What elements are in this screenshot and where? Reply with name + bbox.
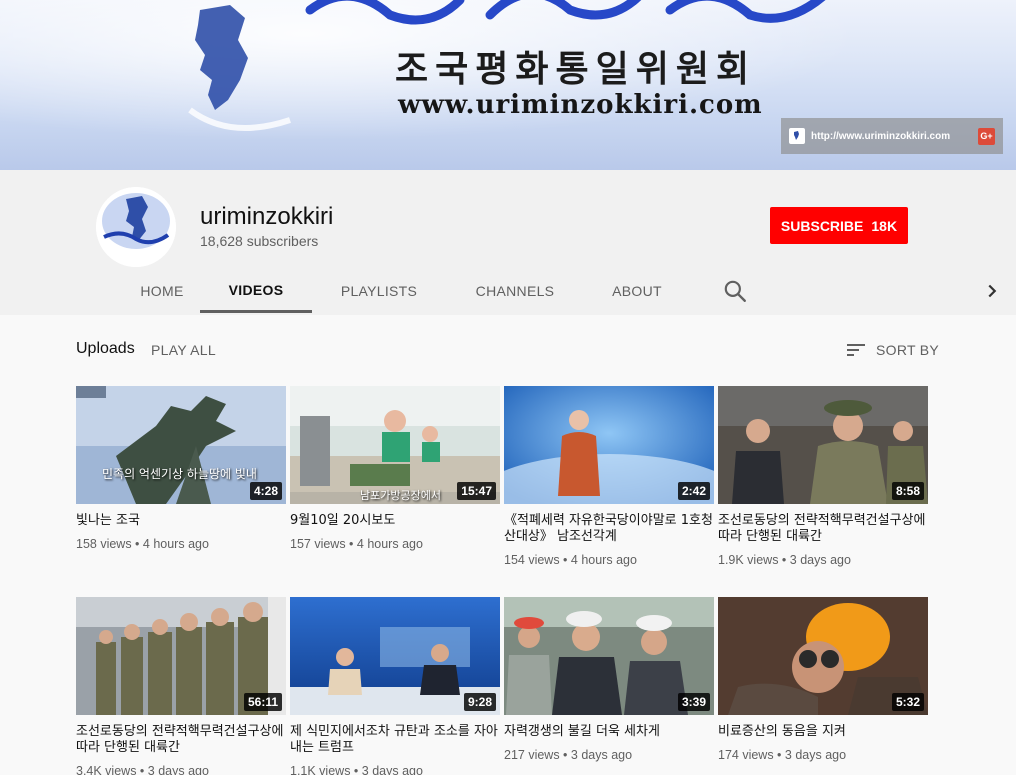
thumbnail-caption: 남포가방공장에서 [360, 489, 441, 502]
sort-by-label: SORT BY [876, 342, 940, 358]
google-plus-icon[interactable]: G+ [978, 127, 995, 145]
banner-org-name: 조국평화통일위원회 [395, 49, 757, 90]
video-meta: 3.4K views • 3 days ago [76, 764, 209, 775]
video-meta: 217 views • 3 days ago [504, 748, 633, 762]
banner-site-url: www.uriminzokkiri.com [398, 90, 763, 120]
video-duration: 4:28 [249, 482, 282, 500]
sort-icon [847, 344, 865, 356]
video-card[interactable]: 3:39 자력갱생의 불길 더욱 세차게 217 views • 3 days … [504, 597, 714, 762]
video-duration: 2:42 [677, 482, 710, 500]
tab-about[interactable]: ABOUT [600, 269, 674, 313]
video-thumbnail[interactable]: 8:58 [718, 386, 928, 504]
channel-tabs: HOME VIDEOS PLAYLISTS CHANNELS ABOUT [0, 269, 1016, 313]
video-thumbnail[interactable]: 3:39 [504, 597, 714, 715]
video-duration: 3:39 [677, 693, 710, 711]
video-meta: 157 views • 4 hours ago [290, 537, 423, 551]
subscribe-label: SUBSCRIBE [780, 217, 864, 234]
thumbnail-caption: 민족의 억센기상 하늘땅에 빛내 [102, 467, 257, 481]
avatar-logo-graphic [96, 187, 176, 267]
site-flag-icon [789, 128, 805, 144]
video-thumbnail[interactable]: 5:32 [718, 597, 928, 715]
youtube-channel-page: 조국평화통일위원회 www.uriminzokkiri.com http://w… [0, 0, 1016, 775]
video-title[interactable]: 제 식민지에서조차 규탄과 조소를 자아내는 트럼프 [290, 724, 500, 756]
video-title[interactable]: 비료증산의 동음을 지켜 [718, 724, 928, 740]
uploads-title: Uploads [76, 340, 135, 357]
tab-channels[interactable]: CHANNELS [462, 269, 568, 313]
banner-links[interactable]: http://www.uriminzokkiri.com G+ [781, 118, 1003, 154]
video-thumbnail[interactable]: 56:11 [76, 597, 286, 715]
channel-header: uriminzokkiri 18,628 subscribers SUBSCRI… [0, 170, 1016, 315]
channel-name: uriminzokkiri [200, 203, 334, 230]
subscribe-button[interactable]: SUBSCRIBE 18K [770, 207, 908, 244]
video-meta: 158 views • 4 hours ago [76, 537, 209, 551]
video-card[interactable]: 9:28 제 식민지에서조차 규탄과 조소를 자아내는 트럼프 1.1K vie… [290, 597, 500, 775]
video-meta: 154 views • 4 hours ago [504, 553, 637, 567]
video-card[interactable]: 56:11 조선로동당의 전략적핵무력건설구상에 따라 단행된 대륙간 3.4K… [76, 597, 286, 775]
play-all-button[interactable]: PLAY ALL [151, 342, 216, 358]
korea-map-graphic [188, 5, 291, 131]
video-duration: 8:58 [891, 482, 924, 500]
search-icon[interactable] [722, 278, 748, 304]
video-thumbnail[interactable]: 9:28 [290, 597, 500, 715]
video-title[interactable]: 9월10일 20시보도 [290, 513, 500, 529]
video-card[interactable]: 민족의 억센기상 하늘땅에 빛내 4:28 빛나는 조국 158 views •… [76, 386, 286, 551]
video-meta: 1.1K views • 3 days ago [290, 764, 423, 775]
tab-playlists[interactable]: PLAYLISTS [330, 269, 428, 313]
video-duration: 56:11 [243, 693, 282, 711]
video-card[interactable]: 남포가방공장에서 15:47 9월10일 20시보도 157 views • 4… [290, 386, 500, 551]
video-title[interactable]: 조선로동당의 전략적핵무력건설구상에 따라 단행된 대륙간 [76, 724, 286, 756]
video-card[interactable]: 5:32 비료증산의 동음을 지켜 174 views • 3 days ago [718, 597, 928, 762]
video-title[interactable]: 《적폐세력 자유한국당이야말로 1호청산대상》 남조선각계 [504, 513, 714, 545]
channel-banner: 조국평화통일위원회 www.uriminzokkiri.com http://w… [0, 0, 1016, 170]
chevron-right-icon[interactable] [981, 279, 1003, 303]
video-thumbnail[interactable]: 남포가방공장에서 15:47 [290, 386, 500, 504]
video-thumbnail[interactable]: 민족의 억센기상 하늘땅에 빛내 4:28 [76, 386, 286, 504]
video-meta: 1.9K views • 3 days ago [718, 553, 851, 567]
tab-videos[interactable]: VIDEOS [200, 269, 312, 313]
video-duration: 5:32 [891, 693, 924, 711]
video-card[interactable]: 2:42 《적폐세력 자유한국당이야말로 1호청산대상》 남조선각계 154 v… [504, 386, 714, 567]
video-thumbnail[interactable]: 2:42 [504, 386, 714, 504]
subscriber-count: 18,628 subscribers [200, 233, 319, 249]
video-title[interactable]: 자력갱생의 불길 더욱 세차게 [504, 724, 714, 740]
video-title[interactable]: 조선로동당의 전략적핵무력건설구상에 따라 단행된 대륙간 [718, 513, 928, 545]
video-card[interactable]: 8:58 조선로동당의 전략적핵무력건설구상에 따라 단행된 대륙간 1.9K … [718, 386, 928, 567]
channel-avatar[interactable] [96, 187, 176, 267]
tab-home[interactable]: HOME [112, 269, 212, 313]
calligraphy-graphic [305, 0, 826, 25]
video-duration: 9:28 [463, 693, 496, 711]
video-title[interactable]: 빛나는 조국 [76, 513, 286, 529]
sort-by-button[interactable]: SORT BY [846, 340, 939, 360]
video-duration: 15:47 [457, 482, 496, 500]
subscribe-count: 18K [871, 217, 898, 234]
video-meta: 174 views • 3 days ago [718, 748, 847, 762]
banner-website-link[interactable]: http://www.uriminzokkiri.com [811, 131, 978, 142]
